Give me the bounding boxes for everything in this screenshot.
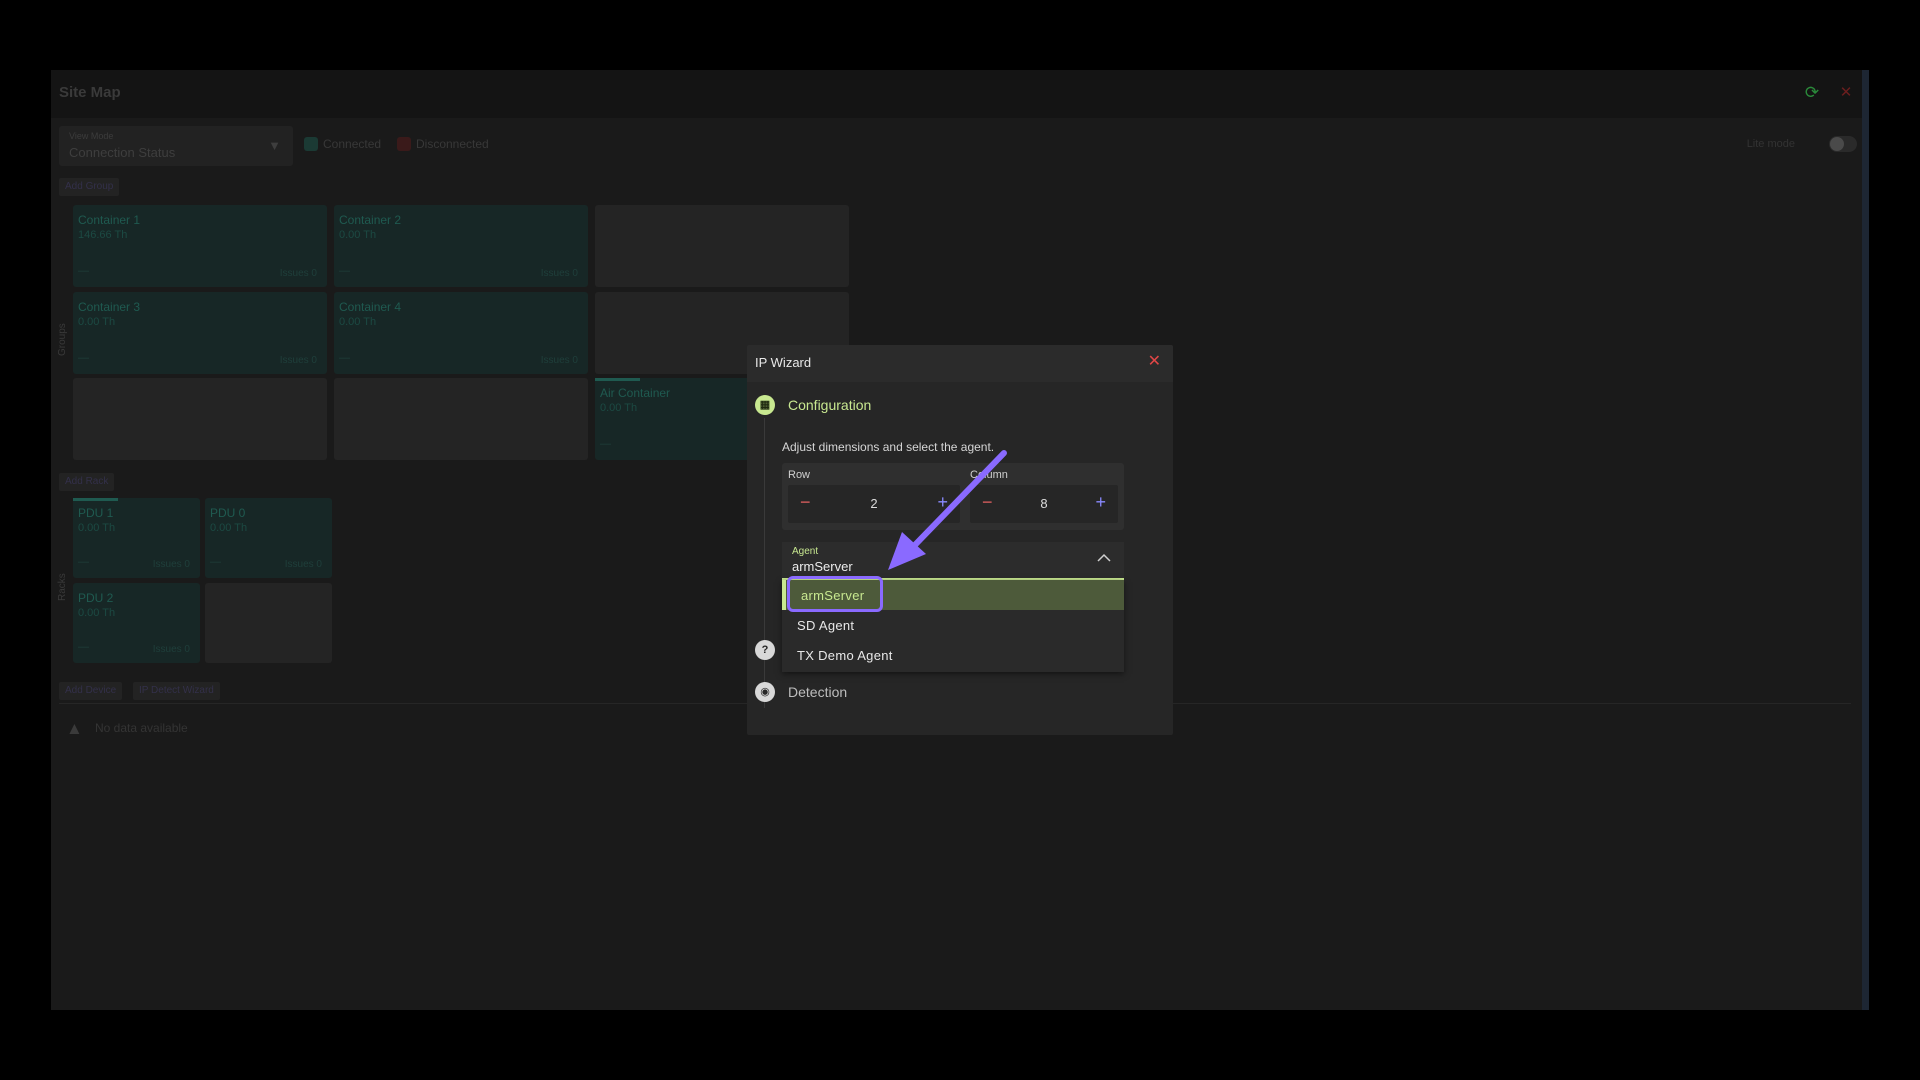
radio-target-icon: ◉ (755, 682, 775, 702)
legend-disconnected-label: Disconnected (416, 137, 489, 151)
group-tile[interactable]: Container 2 0.00 Th — Issues 0 (334, 205, 588, 287)
group-dash: — (600, 438, 611, 450)
rack-tile[interactable]: PDU 1 0.00 Th — Issues 0 (73, 498, 200, 578)
view-mode-label: View Mode (69, 131, 114, 141)
no-data-text: No data available (95, 721, 188, 735)
rack-value: 0.00 Th (78, 522, 116, 534)
agent-option[interactable]: TX Demo Agent (782, 640, 1124, 670)
group-issues: Issues 0 (540, 355, 578, 366)
group-dash: — (78, 265, 89, 277)
agent-option[interactable]: SD Agent (782, 610, 1124, 640)
group-value: 0.00 Th (339, 229, 377, 241)
add-rack-button[interactable]: Add Rack (59, 473, 115, 491)
group-dash: — (339, 352, 350, 364)
dialog-title: IP Wizard (755, 355, 812, 370)
group-tile[interactable]: Container 3 0.00 Th — Issues 0 (73, 292, 327, 374)
group-tile[interactable]: Container 1 146.66 Th — Issues 0 (73, 205, 327, 287)
rack-issues: Issues 0 (152, 559, 190, 570)
view-mode-select[interactable]: View Mode Connection Status ▼ (59, 126, 293, 166)
ip-detect-wizard-button[interactable]: IP Detect Wizard (133, 682, 220, 700)
groups-side-label: Groups (57, 323, 68, 356)
close-icon[interactable]: ✕ (1837, 84, 1855, 102)
app-title: Site Map (59, 84, 121, 101)
add-group-button[interactable]: Add Group (59, 178, 120, 196)
group-name: Container 1 (78, 213, 141, 227)
agent-value: armServer (792, 559, 853, 574)
rack-issues: Issues 0 (284, 559, 322, 570)
group-issues: Issues 0 (540, 268, 578, 279)
rack-dash: — (78, 556, 89, 568)
arrow-annotation-icon (888, 450, 1007, 570)
close-icon[interactable]: ✕ (1148, 354, 1161, 370)
group-tile[interactable]: Container 4 0.00 Th — Issues 0 (334, 292, 588, 374)
agent-label: Agent (792, 546, 819, 557)
connected-swatch (304, 137, 318, 151)
plus-icon[interactable]: + (1095, 492, 1106, 513)
group-value: 146.66 Th (78, 229, 128, 241)
scrollbar[interactable] (1862, 70, 1869, 1010)
app-header: Site Map ⟳ ✕ (51, 70, 1869, 118)
view-mode-value: Connection Status (69, 145, 176, 160)
group-issues: Issues 0 (279, 355, 317, 366)
add-device-button[interactable]: Add Device (59, 682, 123, 700)
step-configuration-label[interactable]: Configuration (788, 397, 871, 413)
refresh-icon[interactable]: ⟳ (1803, 84, 1821, 102)
dialog-header: IP Wizard ✕ (747, 345, 1173, 382)
disconnected-swatch (397, 137, 411, 151)
legend-connected-label: Connected (323, 137, 382, 151)
rack-name: PDU 1 (78, 506, 114, 520)
rack-tile[interactable]: PDU 2 0.00 Th — Issues 0 (73, 583, 200, 663)
row-label: Row (788, 469, 811, 481)
group-dash: — (339, 265, 350, 277)
stepper-connector (764, 418, 765, 708)
group-name: Container 2 (339, 213, 402, 227)
group-value: 0.00 Th (600, 402, 638, 414)
lite-mode-label: Lite mode (1746, 138, 1795, 150)
rack-name: PDU 2 (78, 591, 114, 605)
group-issues: Issues 0 (279, 268, 317, 279)
lite-mode-toggle[interactable] (1829, 136, 1857, 152)
racks-side-label: Racks (57, 573, 68, 601)
status-bar (595, 378, 640, 381)
rack-dash: — (78, 641, 89, 653)
status-bar (73, 498, 118, 501)
warning-icon: ▲ (66, 719, 83, 738)
group-dash: — (78, 352, 89, 364)
agent-option-label: TX Demo Agent (797, 648, 893, 663)
agent-option-label: SD Agent (797, 618, 855, 633)
rack-dash: — (210, 556, 221, 568)
group-name: Container 4 (339, 300, 402, 314)
empty-rack-slot[interactable] (205, 583, 332, 663)
rack-tile[interactable]: PDU 0 0.00 Th — Issues 0 (205, 498, 332, 578)
group-name: Container 3 (78, 300, 141, 314)
rack-value: 0.00 Th (210, 522, 248, 534)
chevron-up-icon[interactable] (1096, 550, 1112, 566)
group-name: Air Container (600, 386, 671, 400)
empty-group-slot[interactable] (595, 205, 849, 287)
rack-issues: Issues 0 (152, 644, 190, 655)
rack-value: 0.00 Th (78, 607, 116, 619)
empty-group-slot[interactable] (334, 378, 588, 460)
help-icon: ? (755, 640, 775, 660)
group-value: 0.00 Th (339, 316, 377, 328)
empty-group-slot[interactable] (73, 378, 327, 460)
highlight-box (787, 576, 883, 612)
chevron-down-icon: ▼ (268, 138, 281, 153)
rack-name: PDU 0 (210, 506, 246, 520)
grid-icon: ▦ (755, 395, 775, 415)
step-detection-label[interactable]: Detection (788, 684, 847, 700)
group-value: 0.00 Th (78, 316, 116, 328)
